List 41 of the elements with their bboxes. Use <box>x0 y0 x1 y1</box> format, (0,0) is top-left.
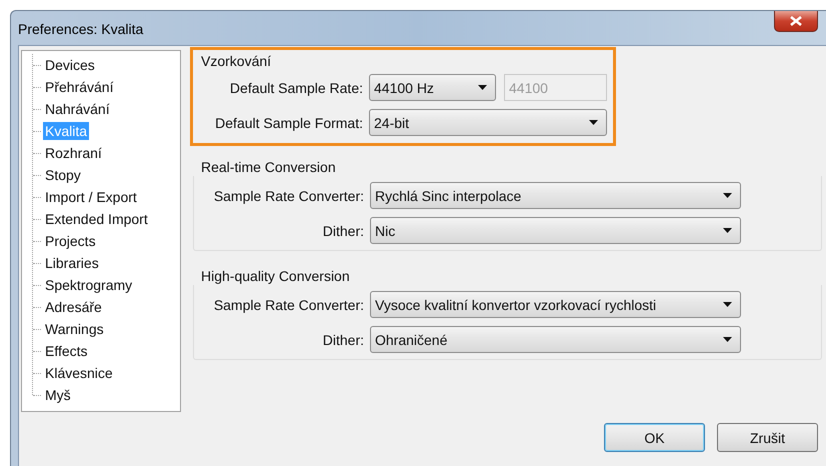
group-title: High-quality Conversion <box>201 267 350 285</box>
field-label: Sample Rate Converter: <box>212 296 364 312</box>
tree-item[interactable]: Import / Export <box>43 188 139 206</box>
tree-item[interactable]: Projects <box>43 232 98 250</box>
tree-item[interactable]: Warnings <box>43 320 106 338</box>
caret-icon <box>478 85 487 90</box>
dropdown[interactable]: Vysoce kvalitní konvertor vzorkovací rychlosti <box>370 291 741 318</box>
tree-item[interactable]: Effects <box>43 342 90 360</box>
cancel-button[interactable]: Zrušit <box>717 423 818 452</box>
tree-item[interactable]: Libraries <box>43 254 101 272</box>
caret-icon <box>723 193 732 198</box>
tree-item[interactable]: Stopy <box>43 166 83 184</box>
tree-item[interactable]: Myš <box>43 386 73 404</box>
tree-item[interactable]: Rozhraní <box>43 144 104 162</box>
window-title: Preferences: Kvalita <box>18 21 144 37</box>
dropdown[interactable]: Nic <box>370 217 741 244</box>
dropdown[interactable]: Rychlá Sinc interpolace <box>370 182 741 209</box>
tree-item[interactable]: Klávesnice <box>43 364 115 382</box>
ok-button[interactable]: OK <box>604 423 705 452</box>
tree-item[interactable]: Extended Import <box>43 210 150 228</box>
caret-icon <box>723 337 732 342</box>
field-label: Dither: <box>322 222 364 238</box>
caret-icon <box>723 302 732 307</box>
tree-item[interactable]: Adresáře <box>43 298 104 316</box>
tree-item[interactable]: Přehrávání <box>43 78 116 96</box>
tree-item[interactable]: Nahrávání <box>43 100 112 118</box>
caret-icon <box>723 228 732 233</box>
tree-item[interactable]: Devices <box>43 56 97 74</box>
dropdown[interactable]: 24-bit <box>369 109 607 136</box>
field-label: Sample Rate Converter: <box>212 188 364 204</box>
close-button[interactable] <box>774 11 818 32</box>
group-title: Real-time Conversion <box>201 158 336 176</box>
dropdown[interactable]: Ohraničené <box>370 326 741 353</box>
field-label: Default Sample Rate: <box>228 80 363 96</box>
caret-icon <box>589 120 598 125</box>
group-title: Vzorkování <box>201 52 272 70</box>
close-icon <box>790 16 802 26</box>
field-label: Dither: <box>322 332 364 348</box>
dropdown[interactable]: 44100 Hz <box>369 74 496 101</box>
field-label: Default Sample Format: <box>214 114 363 130</box>
tree-item[interactable]: Spektrogramy <box>43 276 134 294</box>
